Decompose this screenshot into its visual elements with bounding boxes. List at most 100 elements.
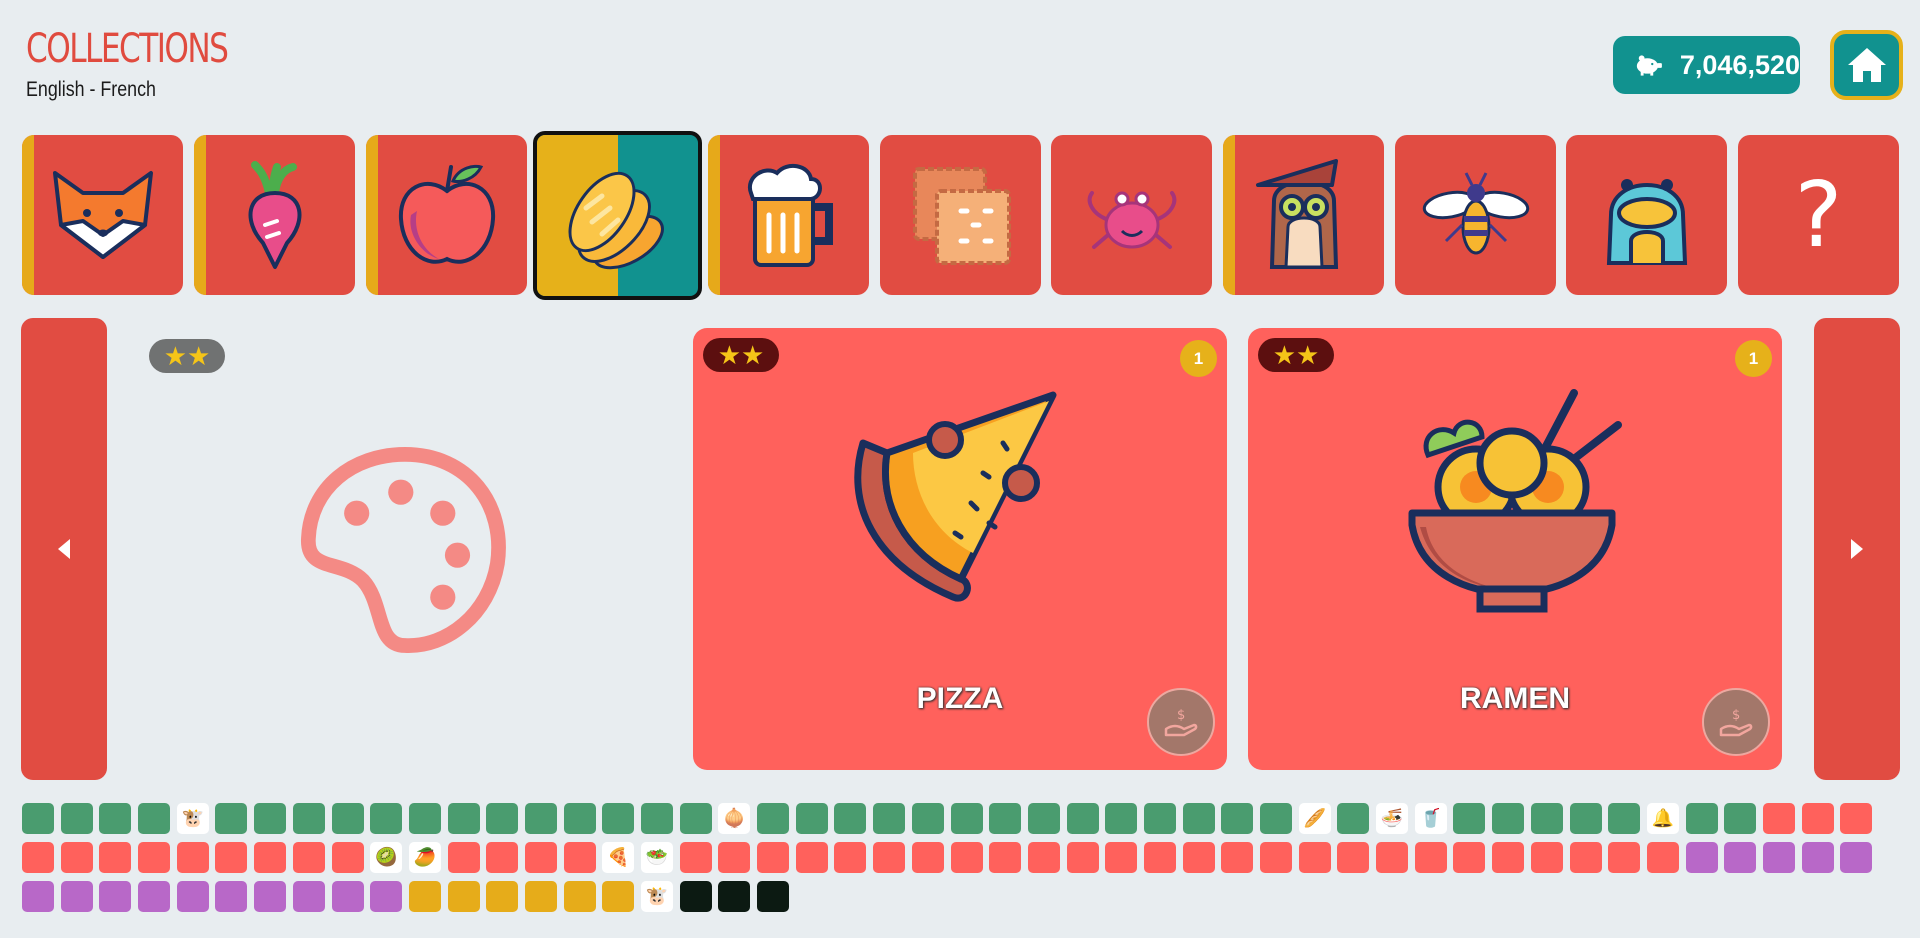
- bee-icon: [1422, 172, 1529, 255]
- progress-tile: [447, 803, 480, 834]
- progress-tile: [1105, 842, 1138, 873]
- progress-tile: [60, 803, 93, 834]
- beer-icon: [747, 163, 833, 267]
- collected-item-tile[interactable]: 🐮: [176, 803, 209, 834]
- progress-tile: [1260, 842, 1292, 873]
- home-button[interactable]: [1830, 30, 1903, 100]
- collected-item-tile[interactable]: 🔔: [1646, 803, 1679, 834]
- progress-tile: [99, 803, 132, 834]
- progress-tile: [911, 842, 944, 873]
- card-label: PIZZA: [916, 682, 1004, 715]
- progress-tile: [292, 881, 325, 912]
- category-crab[interactable]: [1051, 135, 1212, 295]
- svg-text:$: $: [1177, 708, 1185, 723]
- progress-tile: [1685, 803, 1718, 834]
- category-crackers[interactable]: [880, 135, 1041, 295]
- progress-tile: [1569, 842, 1602, 873]
- category-stripe: [194, 135, 206, 295]
- progress-tile: [292, 803, 325, 834]
- coin-amount: 7,046,520: [1679, 49, 1800, 80]
- category-bee[interactable]: [1395, 135, 1556, 295]
- category-frog[interactable]: [1566, 135, 1727, 295]
- sell-button[interactable]: $: [1702, 688, 1770, 756]
- category-bread[interactable]: [533, 131, 702, 300]
- progress-tile: [757, 842, 790, 873]
- pizza-icon: [854, 391, 1057, 602]
- count-badge: 1: [1180, 340, 1217, 377]
- word-card-ramen[interactable]: ★★ 1 RAMEN $: [1248, 328, 1782, 770]
- progress-tile: [486, 803, 519, 834]
- crackers-icon: [912, 167, 1011, 265]
- progress-tile: [1530, 803, 1563, 834]
- progress-tile: [602, 803, 635, 834]
- progress-tile: [1646, 842, 1679, 873]
- progress-tile: [370, 881, 403, 912]
- category-stripe: [708, 135, 720, 295]
- collected-item-tile[interactable]: 🐮: [641, 881, 673, 912]
- collected-item-tile[interactable]: 🥭: [408, 842, 441, 873]
- progress-tile: [138, 881, 171, 912]
- category-beer[interactable]: [708, 135, 869, 295]
- category-unknown[interactable]: ?: [1738, 135, 1899, 295]
- progress-tile: [254, 803, 287, 834]
- collected-item-tile[interactable]: 🍜: [1376, 803, 1409, 834]
- collected-item-tile[interactable]: 🥖: [1298, 803, 1331, 834]
- progress-tile: [1801, 842, 1834, 873]
- sell-button[interactable]: $: [1147, 688, 1215, 756]
- progress-tile: [99, 842, 132, 873]
- category-beetroot[interactable]: [194, 135, 355, 295]
- category-apple[interactable]: [366, 135, 527, 295]
- progress-tile: [718, 842, 751, 873]
- ramen-icon: [1408, 389, 1622, 613]
- progress-tile: [22, 881, 54, 912]
- progress-tile: [524, 881, 557, 912]
- palette-icon[interactable]: [300, 446, 510, 656]
- progress-tile: [834, 803, 867, 834]
- progress-tile: [1027, 842, 1060, 873]
- collected-item-tile[interactable]: 🥗: [641, 842, 673, 873]
- word-card-pizza[interactable]: ★★ 1 PIZZA $: [693, 328, 1227, 770]
- hand-coin-icon: $: [1164, 708, 1198, 737]
- progress-tile: [1840, 842, 1873, 873]
- progress-tile: [679, 803, 712, 834]
- progress-tile: [911, 803, 944, 834]
- progress-tile: [1492, 842, 1525, 873]
- progress-tile: [989, 803, 1022, 834]
- collected-item-tile[interactable]: 🧅: [718, 803, 751, 834]
- progress-tile: [1762, 842, 1795, 873]
- category-owl[interactable]: [1223, 135, 1384, 295]
- collected-item-tile[interactable]: 🥤: [1414, 803, 1447, 834]
- next-button[interactable]: [1814, 318, 1900, 780]
- collected-item-tile[interactable]: 🥝: [370, 842, 403, 873]
- category-fox[interactable]: [22, 135, 183, 295]
- previous-button[interactable]: [21, 318, 107, 780]
- progress-tile: [1105, 803, 1138, 834]
- page-title: COLLECTIONS: [26, 26, 229, 72]
- progress-tile: [176, 842, 209, 873]
- progress-tile: [254, 842, 287, 873]
- progress-tile: [60, 881, 93, 912]
- collected-item-tile[interactable]: 🍕: [602, 842, 635, 873]
- apple-icon: [398, 164, 495, 264]
- chevron-right-icon: [1851, 539, 1863, 559]
- collection-progress-grid: 🐮 🧅 🥖 🍜 🥤 🔔 🥝 🥭 🍕 🥗 🐮: [22, 803, 1873, 912]
- progress-tile: [1337, 803, 1370, 834]
- progress-tile: [873, 803, 906, 834]
- progress-tile: [679, 842, 712, 873]
- card-stars: ★★: [703, 338, 779, 372]
- category-stripe: [1223, 135, 1235, 295]
- progress-tile: [215, 881, 248, 912]
- home-icon: [1847, 48, 1886, 82]
- progress-tile: [1530, 842, 1563, 873]
- progress-tile: [679, 881, 712, 912]
- chevron-left-icon: [58, 539, 70, 559]
- category-stripe: [366, 135, 378, 295]
- coin-balance: 7,046,520: [1613, 36, 1800, 94]
- count-badge: 1: [1735, 340, 1772, 377]
- owl-icon: [1255, 159, 1338, 269]
- progress-tile: [950, 842, 983, 873]
- progress-tile: [1376, 842, 1409, 873]
- progress-tile: [22, 803, 54, 834]
- progress-tile: [834, 842, 867, 873]
- beetroot-icon: [248, 161, 301, 269]
